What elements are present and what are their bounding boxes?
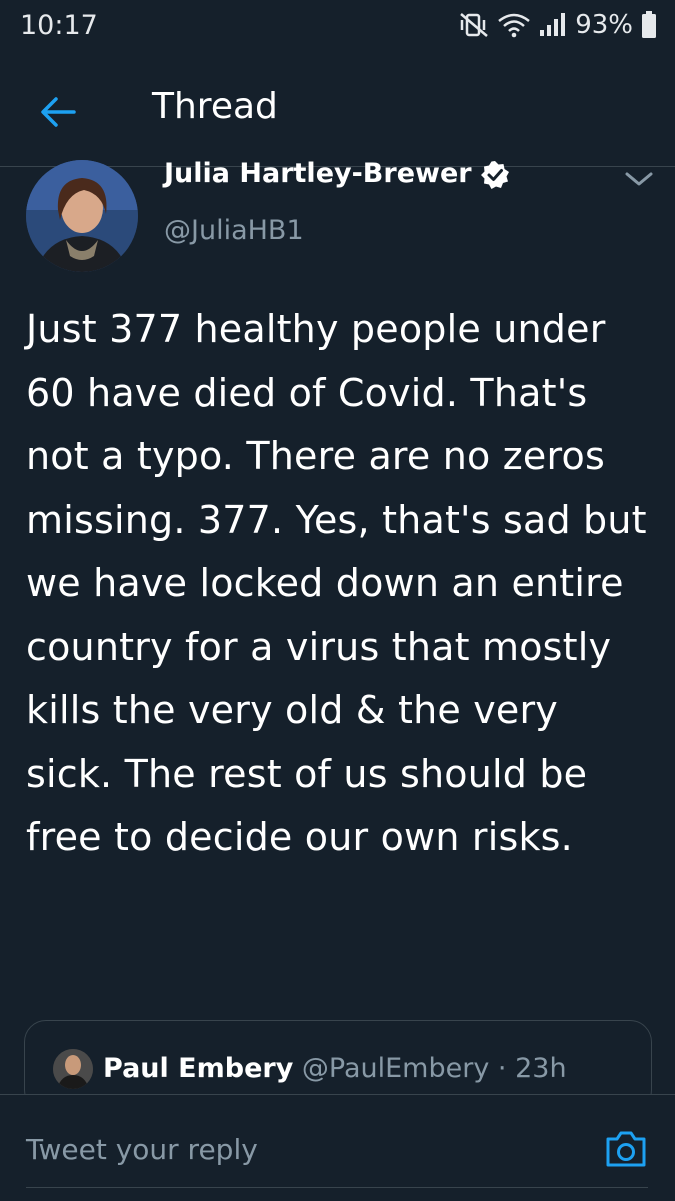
battery-percentage: 93% bbox=[575, 10, 633, 40]
page-title: Thread bbox=[152, 86, 278, 127]
quote-avatar bbox=[53, 1049, 93, 1089]
status-icons: 93% bbox=[459, 10, 657, 40]
author-handle[interactable]: @JuliaHB1 bbox=[164, 215, 304, 246]
quote-avatar-image bbox=[53, 1049, 93, 1089]
author-name-text: Julia Hartley-Brewer bbox=[164, 158, 472, 189]
vibrate-mute-icon bbox=[460, 13, 489, 37]
thread-header: Thread bbox=[0, 56, 675, 167]
author-avatar-image bbox=[26, 160, 138, 272]
signal-icon bbox=[540, 13, 566, 36]
quote-header: Paul Embery @PaulEmbery · 23h bbox=[103, 1053, 567, 1084]
author-name[interactable]: Julia Hartley-Brewer bbox=[164, 158, 510, 190]
status-time: 10:17 bbox=[20, 10, 98, 41]
quote-handle: @PaulEmbery bbox=[301, 1053, 490, 1084]
status-bar: 10:17 93% bbox=[0, 0, 675, 56]
reply-bar: Tweet your reply bbox=[0, 1094, 675, 1201]
arrow-left-icon bbox=[41, 97, 76, 127]
battery-icon bbox=[642, 11, 656, 38]
reply-input[interactable]: Tweet your reply bbox=[26, 1133, 258, 1166]
wifi-icon bbox=[498, 13, 530, 38]
quote-time: 23h bbox=[515, 1053, 567, 1084]
tweet-text: Just 377 healthy people under 60 have di… bbox=[26, 307, 647, 859]
tweet-options-button[interactable] bbox=[622, 168, 656, 190]
author-avatar[interactable] bbox=[26, 160, 138, 272]
back-button[interactable] bbox=[34, 88, 82, 136]
quote-author-name: Paul Embery bbox=[103, 1053, 294, 1084]
reply-underline bbox=[26, 1187, 648, 1188]
quote-separator: · bbox=[497, 1053, 507, 1084]
camera-button[interactable] bbox=[604, 1129, 648, 1169]
verified-badge-icon bbox=[480, 160, 509, 189]
camera-icon bbox=[606, 1131, 646, 1167]
chevron-down-icon bbox=[625, 172, 653, 186]
